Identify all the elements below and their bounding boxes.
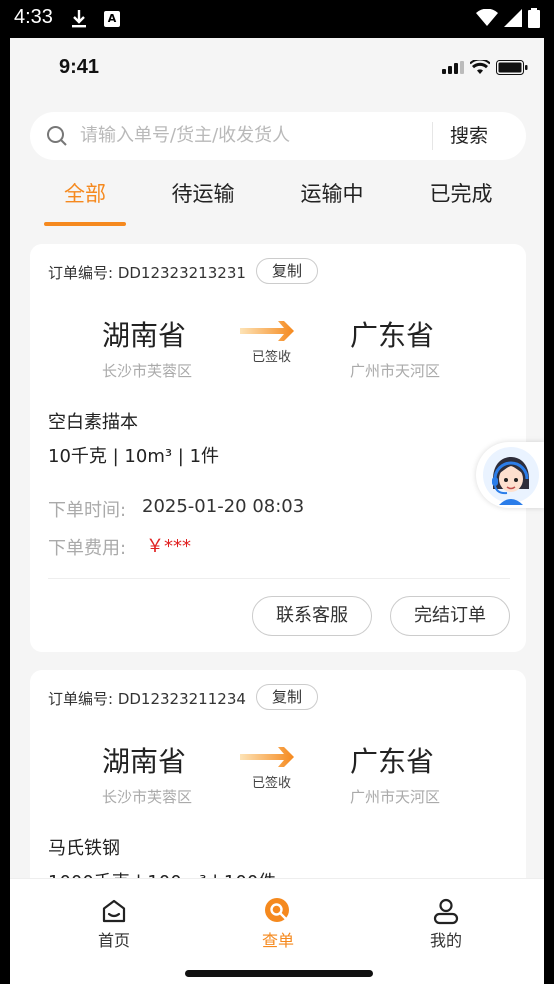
to-province: 广东省: [350, 745, 435, 778]
app-notification-icon: A: [104, 11, 120, 27]
app-status-bar: 9:41: [10, 38, 544, 100]
order-time-value: 2025-01-20 08:03: [142, 496, 305, 517]
customer-service-float-button[interactable]: [476, 442, 544, 508]
bottom-navigation: 首页 查单 我的: [10, 878, 544, 984]
battery-icon: [496, 60, 528, 75]
nav-home-label: 首页: [97, 931, 130, 950]
order-fee-value: ￥***: [146, 536, 191, 557]
to-province: 广东省: [350, 319, 435, 352]
tab-pending-transport[interactable]: 待运输: [148, 178, 258, 208]
wifi-icon: [470, 60, 490, 74]
nav-profile[interactable]: 我的: [406, 897, 486, 951]
route-arrow-icon: [240, 747, 294, 767]
nav-search-order[interactable]: 查单: [238, 897, 318, 951]
goods-spec: 10千克 | 10m³ | 1件: [48, 446, 220, 467]
from-province: 湖南省: [102, 745, 187, 778]
home-indicator[interactable]: [185, 970, 373, 977]
battery-icon: [528, 8, 540, 28]
app-screen: 9:41 搜索 全部 待运输 运输中 已完成 订单编号: DD123232132…: [10, 38, 544, 984]
search-input[interactable]: [80, 112, 430, 160]
tab-active-indicator: [44, 222, 126, 226]
from-province: 湖南省: [102, 319, 187, 352]
customer-service-avatar-icon: [483, 447, 539, 505]
search-order-icon: [265, 898, 289, 922]
order-number: 订单编号: DD12323213231: [48, 264, 246, 282]
to-city: 广州市天河区: [350, 362, 441, 380]
goods-name: 空白素描本: [48, 412, 138, 433]
to-city: 广州市天河区: [350, 788, 441, 806]
profile-icon: [433, 898, 459, 925]
search-bar: 搜索: [30, 112, 526, 160]
status-time: 9:41: [59, 56, 100, 78]
from-city: 长沙市芙蓉区: [102, 362, 193, 380]
search-icon: [47, 126, 67, 146]
wifi-icon: [476, 9, 498, 26]
order-time-label: 下单时间:: [48, 500, 127, 521]
search-divider: [432, 122, 433, 150]
card-divider: [48, 578, 510, 579]
status-icons: [442, 60, 528, 75]
cell-signal-icon: [442, 61, 464, 74]
order-number: 订单编号: DD12323211234: [48, 690, 246, 708]
order-status-tabs: 全部 待运输 运输中 已完成: [10, 178, 544, 228]
nav-home[interactable]: 首页: [74, 897, 154, 951]
finish-order-button[interactable]: 完结订单: [390, 596, 510, 636]
download-icon: [72, 10, 86, 28]
system-time: 4:33: [14, 6, 53, 28]
copy-button[interactable]: 复制: [256, 684, 318, 710]
goods-name: 马氏铁钢: [48, 838, 120, 859]
copy-button[interactable]: 复制: [256, 258, 318, 284]
nav-search-order-label: 查单: [261, 931, 294, 950]
contact-service-button[interactable]: 联系客服: [252, 596, 372, 636]
home-icon: [102, 899, 126, 923]
order-fee-label: 下单费用:: [48, 538, 127, 559]
search-button[interactable]: 搜索: [450, 112, 488, 160]
order-card[interactable]: 订单编号: DD12323213231 复制 湖南省 长沙市芙蓉区 已签收 广东…: [30, 244, 526, 652]
nav-profile-label: 我的: [429, 931, 462, 950]
tab-completed[interactable]: 已完成: [406, 178, 516, 208]
shipment-status: 已签收: [252, 350, 292, 365]
tab-all[interactable]: 全部: [30, 178, 140, 208]
from-city: 长沙市芙蓉区: [102, 788, 193, 806]
system-status-bar: 4:33 A: [0, 0, 554, 38]
cell-signal-icon: [504, 9, 522, 27]
tab-in-transit[interactable]: 运输中: [277, 178, 387, 208]
route-arrow-icon: [240, 321, 294, 341]
system-indicators: [476, 8, 540, 28]
shipment-status: 已签收: [252, 776, 292, 791]
